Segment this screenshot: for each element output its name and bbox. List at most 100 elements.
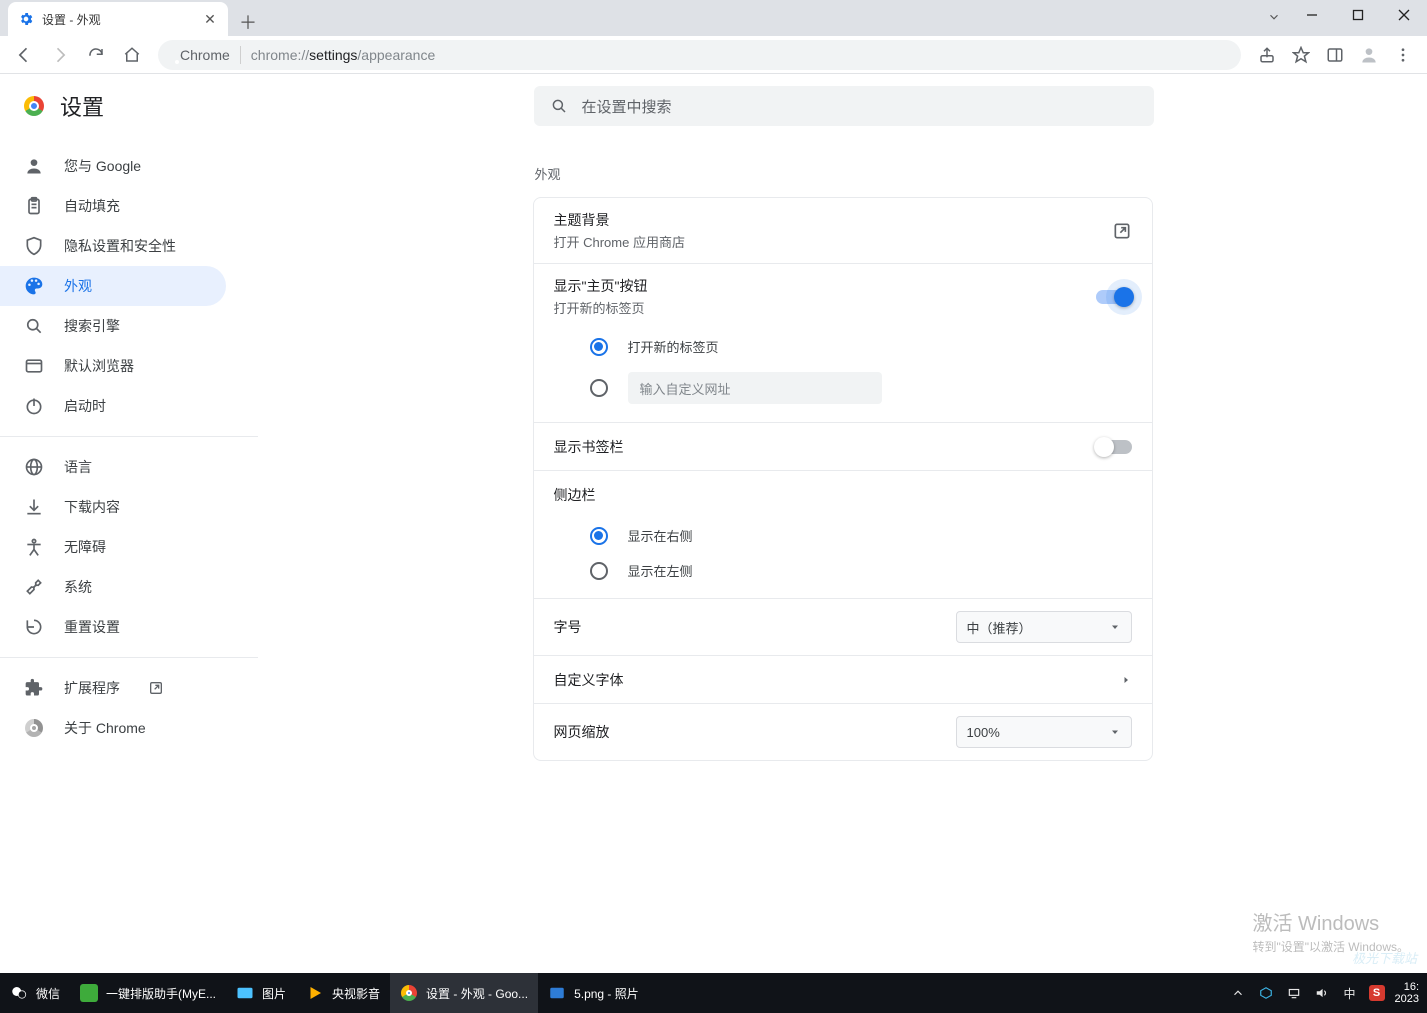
home-option-newtab[interactable]: 打开新的标签页 [534,329,1152,364]
settings-header: 设置 在设置中搜索 [0,74,1427,138]
sidebar-item-appearance[interactable]: 外观 [0,266,226,306]
bookmark-star-icon[interactable] [1285,39,1317,71]
search-placeholder: 在设置中搜索 [582,96,672,117]
ime-indicator[interactable]: 中 [1341,984,1359,1002]
taskbar-item-chrome[interactable]: 设置 - 外观 - Goo... [390,973,538,1013]
select-value: 中（推荐） [967,618,1032,637]
sidebar-item-downloads[interactable]: 下载内容 [0,487,226,527]
cube-icon[interactable] [1257,984,1275,1002]
chevron-down-icon[interactable] [1259,0,1289,34]
sidebar-item-onstartup[interactable]: 启动时 [0,386,226,426]
sidebar-option-left[interactable]: 显示在左侧 [534,553,1152,598]
home-option-custom[interactable]: 输入自定义网址 [534,364,1152,422]
sidebar-item-privacy[interactable]: 隐私设置和安全性 [0,226,226,266]
chrome-logo-icon [24,96,44,116]
home-button-toggle[interactable] [1096,290,1132,304]
forward-button[interactable] [44,39,76,71]
font-size-row: 字号 中（推荐） [534,598,1152,655]
radio-icon[interactable] [590,527,608,545]
taskbar-item-wechat[interactable]: 微信 [0,973,70,1013]
browser-toolbar: Chrome chrome://settings/appearance [0,36,1427,74]
sidebar-item-about[interactable]: 关于 Chrome [0,708,226,748]
page-title: 设置 [60,90,104,122]
row-primary: 网页缩放 [554,722,610,742]
radio-icon[interactable] [590,338,608,356]
window-minimize-button[interactable] [1289,0,1335,30]
photo-icon [548,984,566,1002]
custom-fonts-row[interactable]: 自定义字体 [534,655,1152,703]
volume-icon[interactable] [1313,984,1331,1002]
person-icon [24,156,44,176]
network-icon[interactable] [1285,984,1303,1002]
taskbar-item-photos[interactable]: 5.png - 照片 [538,973,649,1013]
share-icon[interactable] [1251,39,1283,71]
sidebar-item-label: 自动填充 [64,196,120,216]
sidebar-item-languages[interactable]: 语言 [0,447,226,487]
input-placeholder: 输入自定义网址 [640,379,731,398]
back-button[interactable] [8,39,40,71]
radio-icon[interactable] [590,562,608,580]
browser-tabstrip: 设置 - 外观 ✕ ＋ [0,0,1427,36]
chrome-icon [24,718,44,738]
row-primary: 字号 [554,617,582,637]
window-icon [24,356,44,376]
sogou-icon[interactable]: S [1369,985,1385,1001]
sidepanel-icon[interactable] [1319,39,1351,71]
taskbar-item-typeset[interactable]: 一键排版助手(MyE... [70,973,226,1013]
show-home-button-row: 显示"主页"按钮 打开新的标签页 [534,263,1152,329]
play-icon [306,984,324,1002]
font-size-select[interactable]: 中（推荐） [956,611,1132,643]
taskbar-clock[interactable]: 16: 2023 [1395,981,1419,1005]
settings-brand: 设置 [0,90,260,122]
window-maximize-button[interactable] [1335,0,1381,30]
home-button[interactable] [116,39,148,71]
taskbar-item-cctv[interactable]: 央视影音 [296,973,390,1013]
row-primary: 显示书签栏 [554,437,1096,457]
sidebar-item-extensions[interactable]: 扩展程序 [0,668,226,708]
address-bar[interactable]: Chrome chrome://settings/appearance [158,40,1241,70]
sidebar-item-search-engine[interactable]: 搜索引擎 [0,306,226,346]
globe-icon [24,457,44,477]
taskbar-item-images[interactable]: 图片 [226,973,296,1013]
power-icon [24,396,44,416]
close-icon[interactable]: ✕ [202,11,218,27]
open-external-icon[interactable] [1112,221,1132,241]
chrome-icon [400,984,418,1002]
page-zoom-select[interactable]: 100% [956,716,1132,748]
sidebar-section-header: 侧边栏 [534,470,1152,518]
browser-tab[interactable]: 设置 - 外观 ✕ [8,2,228,36]
omnibox-origin: Chrome [180,47,230,63]
settings-search[interactable]: 在设置中搜索 [534,86,1154,126]
kebab-menu-icon[interactable] [1387,39,1419,71]
select-value: 100% [967,725,1000,740]
settings-body: 您与 Google 自动填充 隐私设置和安全性 外观 搜索引擎 默认浏览器 启动… [0,138,1427,1013]
theme-row[interactable]: 主题背景 打开 Chrome 应用商店 [534,198,1152,263]
window-close-button[interactable] [1381,0,1427,30]
sidebar-item-you-and-google[interactable]: 您与 Google [0,146,226,186]
profile-avatar[interactable] [1353,39,1385,71]
sidebar-item-label: 系统 [64,577,92,597]
sidebar-item-label: 无障碍 [64,537,106,557]
sidebar-item-system[interactable]: 系统 [0,567,226,607]
reload-button[interactable] [80,39,112,71]
new-tab-button[interactable]: ＋ [234,8,262,36]
open-external-icon [148,680,164,696]
sidebar-item-default-browser[interactable]: 默认浏览器 [0,346,226,386]
sidebar-item-label: 隐私设置和安全性 [64,236,176,256]
sidebar-item-accessibility[interactable]: 无障碍 [0,527,226,567]
tray-chevron-up-icon[interactable] [1229,984,1247,1002]
app-icon [80,984,98,1002]
sidebar-option-right[interactable]: 显示在右侧 [534,518,1152,553]
row-primary: 主题背景 [554,210,1112,230]
sidebar-item-autofill[interactable]: 自动填充 [0,186,226,226]
wechat-icon [10,984,28,1002]
settings-main: 外观 主题背景 打开 Chrome 应用商店 显示"主页"按钮 打开新的标签页 [258,138,1427,1013]
section-title: 外观 [533,164,1153,183]
settings-sidebar: 您与 Google 自动填充 隐私设置和安全性 外观 搜索引擎 默认浏览器 启动… [0,138,258,1013]
radio-label: 显示在右侧 [628,526,693,545]
sidebar-item-reset[interactable]: 重置设置 [0,607,226,647]
bookmarks-bar-toggle[interactable] [1096,440,1132,454]
radio-icon[interactable] [590,379,608,397]
tab-title: 设置 - 外观 [42,11,194,28]
custom-url-input[interactable]: 输入自定义网址 [628,372,882,404]
